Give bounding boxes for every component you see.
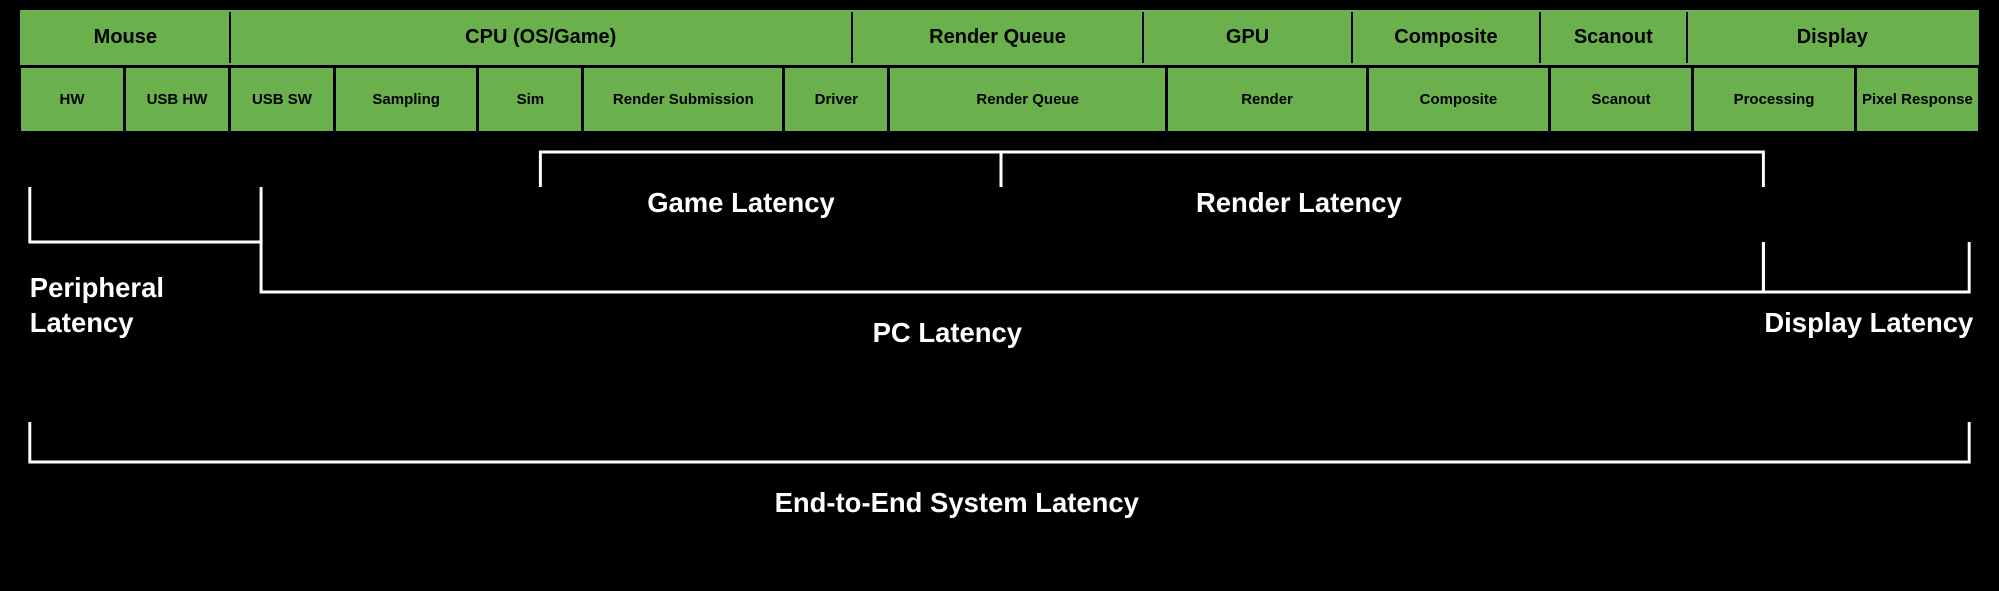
- header-gpu: GPU: [1144, 12, 1353, 63]
- sub-render: Render: [1167, 67, 1368, 132]
- header-display: Display: [1688, 12, 1977, 63]
- sub-usb-sw: USB SW: [230, 67, 335, 132]
- sub-processing: Processing: [1693, 67, 1856, 132]
- diagram: Mouse CPU (OS/Game) Render Queue GPU Com…: [0, 0, 1999, 591]
- sub-pixel-response: Pixel Response: [1856, 67, 1979, 132]
- header-composite: Composite: [1353, 12, 1541, 63]
- sub-composite: Composite: [1368, 67, 1550, 132]
- sub-header-row: HW USB HW USB SW Sampling Sim Render Sub…: [20, 67, 1979, 132]
- pc-latency-label: PC Latency: [873, 317, 1023, 348]
- sub-scanout: Scanout: [1550, 67, 1693, 132]
- header-scanout: Scanout: [1541, 12, 1688, 63]
- sub-sim: Sim: [478, 67, 583, 132]
- peripheral-latency-label2: Latency: [30, 307, 134, 338]
- sub-render-submission: Render Submission: [583, 67, 784, 132]
- display-latency-label: Display Latency: [1764, 307, 1973, 338]
- header-row: Mouse CPU (OS/Game) Render Queue GPU Com…: [20, 10, 1979, 65]
- sub-render-queue: Render Queue: [889, 67, 1167, 132]
- peripheral-latency-label: Peripheral: [30, 272, 164, 303]
- header-cpu: CPU (OS/Game): [231, 12, 853, 63]
- sub-driver: Driver: [784, 67, 889, 132]
- header-render-queue: Render Queue: [853, 12, 1144, 63]
- header-mouse: Mouse: [22, 12, 231, 63]
- end-to-end-label: End-to-End System Latency: [775, 487, 1140, 518]
- brackets-svg: .bracket-line { stroke: #fff; stroke-wid…: [20, 132, 1979, 522]
- render-latency-label: Render Latency: [1196, 187, 1402, 218]
- sub-hw: HW: [20, 67, 125, 132]
- sub-usb-hw: USB HW: [125, 67, 230, 132]
- sub-sampling: Sampling: [335, 67, 478, 132]
- game-latency-label: Game Latency: [647, 187, 835, 218]
